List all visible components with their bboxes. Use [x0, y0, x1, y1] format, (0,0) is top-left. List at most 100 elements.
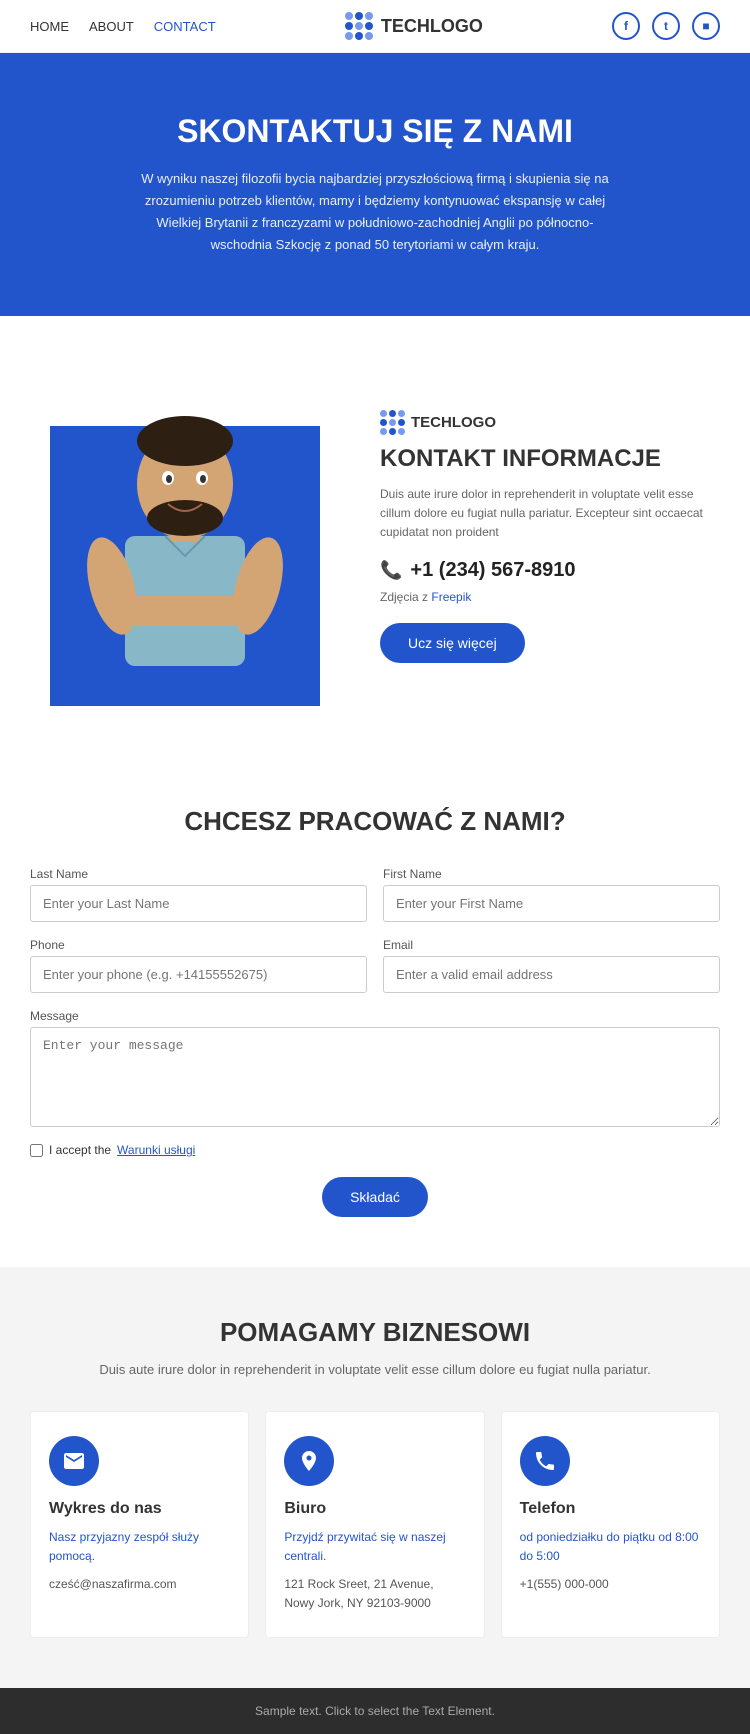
terms-checkbox[interactable] [30, 1144, 43, 1157]
profile-logo-dot [389, 410, 396, 417]
profile-logo: TECHLOGO [380, 410, 720, 435]
learn-more-button[interactable]: Ucz się więcej [380, 623, 525, 663]
message-textarea[interactable] [30, 1027, 720, 1127]
card-email-link: Nasz przyjazny zespół służy pomocą. [49, 1528, 230, 1566]
phone-input[interactable] [30, 956, 367, 993]
help-subtitle: Duis aute irure dolor in reprehenderit i… [30, 1360, 720, 1381]
hero-title-bold: SKONTAKTUJ SIĘ [177, 113, 454, 149]
email-input[interactable] [383, 956, 720, 993]
email-svg [62, 1449, 86, 1473]
email-group: Email [383, 938, 720, 993]
last-name-input[interactable] [30, 885, 367, 922]
instagram-icon[interactable]: ■ [692, 12, 720, 40]
location-icon [284, 1436, 334, 1486]
first-name-input[interactable] [383, 885, 720, 922]
help-title-bold: POMAGAMY [220, 1317, 376, 1347]
hero-description: W wyniku naszej filozofii bycia najbardz… [135, 168, 615, 256]
profile-title-bold: KONTAKT [380, 445, 496, 472]
terms-text: I accept the [49, 1143, 111, 1157]
form-title: CHCESZ PRACOWAĆ Z NAMI? [30, 806, 720, 837]
location-svg [297, 1449, 321, 1473]
help-title: POMAGAMY BIZNESOWI [30, 1317, 720, 1348]
footer: Sample text. Click to select the Text El… [0, 1688, 750, 1734]
profile-logo-dot [380, 419, 387, 426]
phone-number: +1 (234) 567-8910 [410, 559, 575, 582]
message-label: Message [30, 1009, 720, 1023]
last-name-label: Last Name [30, 867, 367, 881]
facebook-icon[interactable]: f [612, 12, 640, 40]
profile-logo-text: TECHLOGO [411, 414, 496, 431]
social-icons: f t ■ [612, 12, 720, 40]
logo-dot [355, 12, 363, 20]
phone-svg [533, 1449, 557, 1473]
form-grid-top: Last Name First Name Phone Email Message [30, 867, 720, 1127]
first-name-group: First Name [383, 867, 720, 922]
person-illustration [30, 366, 340, 706]
profile-image-container [30, 366, 340, 706]
navbar: HOME ABOUT CONTACT TECHLOGO f t ■ [0, 0, 750, 53]
phone-card-icon [520, 1436, 570, 1486]
card-phone-title: Telefon [520, 1500, 701, 1518]
card-email-title: Wykres do nas [49, 1500, 230, 1518]
card-email-detail: cześć@naszafirma.com [49, 1575, 230, 1594]
logo-dot [365, 32, 373, 40]
logo: TECHLOGO [345, 12, 483, 40]
profile-logo-dot [380, 410, 387, 417]
cards-row: Wykres do nas Nasz przyjazny zespół służ… [30, 1411, 720, 1638]
card-phone-detail: +1(555) 000-000 [520, 1575, 701, 1594]
phone-group: Phone [30, 938, 367, 993]
contact-form: Last Name First Name Phone Email Message [30, 867, 720, 1217]
hero-title: SKONTAKTUJ SIĘ Z NAMI [30, 113, 720, 150]
logo-dot [365, 12, 373, 20]
logo-dot [365, 22, 373, 30]
logo-dots [345, 12, 373, 40]
message-group: Message [30, 1009, 720, 1127]
submit-button[interactable]: Składać [322, 1177, 428, 1217]
profile-logo-dots [380, 410, 405, 435]
profile-logo-dot [398, 410, 405, 417]
profile-logo-dot [389, 419, 396, 426]
photo-credit: Zdjęcia z Freepik [380, 588, 720, 607]
last-name-group: Last Name [30, 867, 367, 922]
photo-credit-link[interactable]: Freepik [431, 590, 471, 604]
card-office-title: Biuro [284, 1500, 465, 1518]
hero-title-rest: Z NAMI [454, 113, 573, 149]
card-office-detail: 121 Rock Sreet, 21 Avenue, Nowy Jork, NY… [284, 1575, 465, 1613]
logo-text: TECHLOGO [381, 16, 483, 37]
card-office-link: Przyjdź przywitać się w naszej centrali. [284, 1528, 465, 1566]
profile-logo-dot [398, 419, 405, 426]
terms-checkbox-row: I accept the Warunki usługi [30, 1143, 720, 1157]
card-office: Biuro Przyjdź przywitać się w naszej cen… [265, 1411, 484, 1638]
help-title-rest: BIZNESOWI [375, 1317, 530, 1347]
phone-icon: 📞 [380, 560, 402, 581]
form-section: CHCESZ PRACOWAĆ Z NAMI? Last Name First … [0, 756, 750, 1267]
profile-logo-dot [398, 428, 405, 435]
email-label: Email [383, 938, 720, 952]
phone-label: Phone [30, 938, 367, 952]
form-submit-row: Składać [30, 1177, 720, 1217]
profile-section: TECHLOGO KONTAKT INFORMACJE Duis aute ir… [0, 316, 750, 756]
logo-dot [355, 32, 363, 40]
logo-dot [345, 12, 353, 20]
phone-row: 📞 +1 (234) 567-8910 [380, 559, 720, 582]
nav-home[interactable]: HOME [30, 19, 69, 34]
twitter-icon[interactable]: t [652, 12, 680, 40]
profile-logo-dot [380, 428, 387, 435]
card-phone-link: od poniedziałku do piątku od 8:00 do 5:0… [520, 1528, 701, 1566]
nav-contact[interactable]: CONTACT [154, 19, 216, 34]
nav-about[interactable]: ABOUT [89, 19, 134, 34]
card-phone: Telefon od poniedziałku do piątku od 8:0… [501, 1411, 720, 1638]
profile-logo-dot [389, 428, 396, 435]
form-title-bold: CHCESZ [184, 806, 291, 836]
nav-links: HOME ABOUT CONTACT [30, 19, 216, 34]
logo-dot [355, 22, 363, 30]
terms-link[interactable]: Warunki usługi [117, 1143, 195, 1157]
profile-title: KONTAKT INFORMACJE [380, 445, 720, 473]
profile-info: TECHLOGO KONTAKT INFORMACJE Duis aute ir… [370, 410, 720, 663]
help-section: POMAGAMY BIZNESOWI Duis aute irure dolor… [0, 1267, 750, 1688]
profile-description: Duis aute irure dolor in reprehenderit i… [380, 485, 720, 543]
card-email: Wykres do nas Nasz przyjazny zespół służ… [30, 1411, 249, 1638]
footer-text: Sample text. Click to select the Text El… [255, 1704, 495, 1718]
email-icon [49, 1436, 99, 1486]
logo-dot [345, 22, 353, 30]
